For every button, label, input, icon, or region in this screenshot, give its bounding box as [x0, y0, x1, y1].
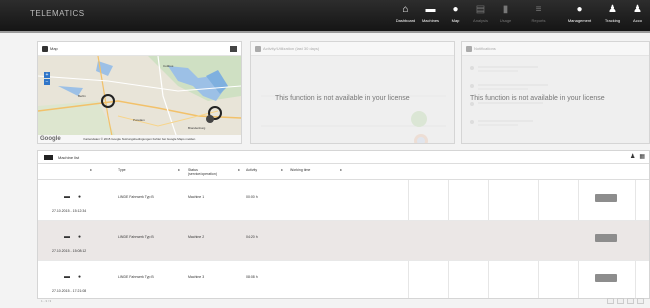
details-button[interactable] — [595, 234, 617, 242]
machine-list-tools: ♟ ▦ — [630, 154, 645, 161]
license-message: This function is not available in your l… — [470, 95, 605, 102]
user-filter-icon[interactable]: ♟ — [630, 154, 635, 161]
row-type: LINDE Fahrwerk Typ B — [118, 195, 154, 199]
details-button[interactable] — [595, 274, 617, 282]
map-panel: Map Berlin Potsdam Brandenburg Cottbus + — [37, 41, 242, 144]
nav-management[interactable]: ● Management — [559, 3, 600, 31]
top-navigation-bar: TELEMATICS ⌂ Dashboard ▬ Machines ● Map ▤ An… — [0, 0, 650, 33]
license-message: This function is not available in your l… — [275, 95, 410, 102]
table-row[interactable]: ▬ ● 27.10.2015 - 15:08:12 LINDE Fahrwerk… — [38, 221, 649, 261]
chart-icon: ▮ — [502, 4, 509, 15]
chart-icon — [255, 46, 261, 52]
nav-tracking[interactable]: ♟ Tracking — [600, 3, 625, 31]
sort-icon[interactable]: ♦ — [90, 168, 92, 172]
nav-map[interactable]: ● Map — [443, 3, 468, 31]
main-nav: ⌂ Dashboard ▬ Machines ● Map ▤ Analysis ▮ Usa… — [393, 3, 650, 31]
row-activity: 08:08 h — [246, 275, 258, 279]
prev-page-button[interactable] — [617, 298, 624, 304]
row-datetime: 27.10.2015 - 17:21:08 — [52, 289, 87, 293]
map-panel-title: Map — [50, 46, 58, 51]
map-pin-icon — [42, 46, 48, 52]
table-row[interactable]: ▬ ● 27.10.2015 - 15:12:34 LINDE Fahrwerk… — [38, 181, 649, 221]
column-header-activity[interactable]: Activity — [246, 168, 257, 172]
map-pin-icon: ● — [452, 4, 459, 15]
table-header: ♦ Type ♦ Status (service/operation) ♦ Ac… — [38, 164, 649, 180]
map-label: Potsdam — [133, 118, 145, 122]
machine-list-title: Machine list — [58, 155, 80, 160]
home-icon: ⌂ — [402, 4, 409, 15]
forklift-icon: ▬ — [64, 194, 70, 200]
map-attribution[interactable]: Kartendaten © 2015 Google Nutzungsbeding… — [84, 137, 196, 141]
nav-usage[interactable]: ▮ Usage — [493, 3, 518, 31]
status-dot-icon: ● — [78, 234, 82, 240]
sort-icon[interactable]: ♦ — [178, 168, 180, 172]
status-dot-icon: ● — [78, 194, 82, 200]
row-activity: 00:00 h — [246, 195, 258, 199]
tracking-icon: ♟ — [608, 4, 617, 15]
zoom-in-button[interactable]: + — [44, 72, 50, 78]
nav-dashboard[interactable]: ⌂ Dashboard — [393, 3, 418, 31]
first-page-button[interactable] — [607, 298, 614, 304]
nav-analysis[interactable]: ▤ Analysis — [468, 3, 493, 31]
nav-reports[interactable]: ≡ Reports — [518, 3, 559, 31]
details-button[interactable] — [595, 194, 617, 202]
map-panel-header: Map — [38, 42, 241, 56]
map-graphic — [38, 56, 241, 141]
machine-icon — [44, 155, 53, 160]
last-page-button[interactable] — [637, 298, 644, 304]
google-logo: Google — [40, 136, 61, 142]
forklift-icon: ▬ — [64, 274, 70, 280]
events-panel-title: Notifications — [474, 46, 496, 51]
column-header-status[interactable]: Status (service/operation) — [188, 168, 218, 176]
row-datetime: 27.10.2015 - 15:12:34 — [52, 209, 87, 213]
machine-list-header: Machine list ♟ ▦ — [38, 151, 649, 164]
column-header-working-time[interactable]: Working time — [290, 168, 310, 172]
machine-list-panel: Machine list ♟ ▦ ♦ Type ♦ Status (servic… — [37, 150, 650, 299]
nav-machines[interactable]: ▬ Machines — [418, 3, 443, 31]
row-machine: Machine 2 — [188, 235, 205, 239]
sort-icon[interactable]: ♦ — [238, 168, 240, 172]
pagination-label: 1 - 3 / 3 — [41, 299, 52, 303]
events-panel: Notifications This function is not avail… — [461, 41, 650, 144]
row-type: LINDE Fahrwerk Typ B — [118, 275, 154, 279]
usage-panel-title: Activity/Utilization (last 30 days) — [263, 46, 320, 51]
row-type: LINDE Fahrwerk Typ B — [118, 235, 154, 239]
analysis-icon: ▤ — [475, 4, 486, 15]
next-page-button[interactable] — [627, 298, 634, 304]
expand-icon[interactable] — [230, 46, 237, 52]
report-icon: ≡ — [535, 4, 542, 15]
map-zoom-controls: + − — [44, 72, 50, 86]
app-brand: TELEMATICS — [30, 9, 85, 18]
row-activity: 04:20 h — [246, 235, 258, 239]
pagination-bar: 1 - 3 / 3 — [37, 296, 650, 308]
column-settings-icon[interactable]: ▦ — [639, 154, 645, 161]
map-label: Brandenburg — [188, 126, 206, 130]
forklift-icon: ▬ — [64, 234, 70, 240]
sort-icon[interactable]: ♦ — [281, 168, 283, 172]
row-machine: Machine 3 — [188, 275, 205, 279]
usage-panel: Activity/Utilization (last 30 days) This… — [250, 41, 455, 144]
management-icon: ● — [576, 4, 583, 15]
row-machine: Machine 1 — [188, 195, 205, 199]
nav-account[interactable]: ♟ Acco — [625, 3, 650, 31]
row-datetime: 27.10.2015 - 15:08:12 — [52, 249, 87, 253]
events-panel-header: Notifications — [462, 42, 649, 56]
machine-icon: ▬ — [425, 4, 436, 15]
usage-panel-header: Activity/Utilization (last 30 days) — [251, 42, 454, 56]
bell-icon — [466, 46, 472, 52]
sort-icon[interactable]: ♦ — [340, 168, 342, 172]
map-label: Cottbus — [163, 64, 174, 68]
map-label: Berlin — [78, 94, 86, 98]
pagination-controls — [607, 298, 644, 304]
zoom-out-button[interactable]: − — [44, 79, 50, 85]
status-dot-icon: ● — [78, 274, 82, 280]
account-icon: ♟ — [633, 4, 642, 15]
column-header-type[interactable]: Type — [118, 168, 126, 172]
table-row[interactable]: ▬ ● 27.10.2015 - 17:21:08 LINDE Fahrwerk… — [38, 261, 649, 298]
map-canvas[interactable]: Berlin Potsdam Brandenburg Cottbus + − — [38, 56, 241, 141]
map-footer: Google Kartendaten © 2015 Google Nutzung… — [38, 135, 241, 143]
